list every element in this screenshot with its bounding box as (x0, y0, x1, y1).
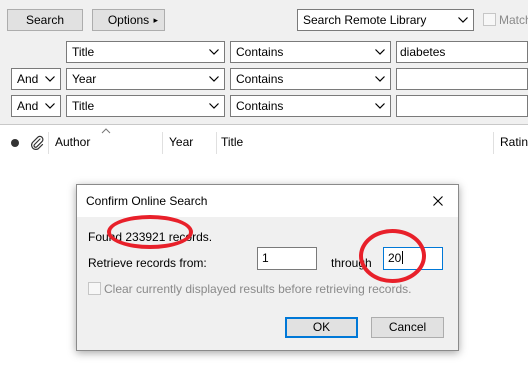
connector-select-value: And (17, 72, 39, 86)
field-select-value: Title (72, 99, 95, 113)
operator-select-value: Contains (236, 72, 284, 86)
annotation-circle-found (107, 215, 193, 249)
search-row-2-value-input[interactable] (396, 68, 528, 90)
dialog-title: Confirm Online Search (86, 194, 208, 208)
operator-select-value: Contains (236, 99, 284, 113)
annotation-circle-through (359, 229, 426, 283)
chevron-down-icon (207, 96, 221, 116)
close-button[interactable] (418, 185, 458, 217)
column-header-rating[interactable]: Ratin (500, 135, 528, 149)
match-label: Match (499, 13, 528, 27)
search-row-3-connector-select[interactable]: And (11, 95, 61, 117)
search-row-3-operator-select[interactable]: Contains (230, 95, 391, 117)
options-arrow-icon: ▸ (153, 15, 158, 25)
options-button-label: Options (107, 13, 150, 27)
field-select-value: Year (72, 72, 97, 86)
search-row-2-field-select[interactable]: Year (66, 68, 225, 90)
chevron-down-icon (43, 69, 57, 89)
records-from-value: 1 (262, 251, 269, 265)
search-row-2-connector-select[interactable]: And (11, 68, 61, 90)
cancel-button[interactable]: Cancel (371, 317, 444, 338)
options-button[interactable]: Options ▸ (92, 9, 165, 31)
search-row-1-operator-select[interactable]: Contains (230, 41, 391, 63)
read-status-icon (11, 139, 19, 147)
close-icon (433, 196, 443, 206)
search-button-label: Search (25, 13, 65, 27)
chevron-down-icon (373, 42, 387, 62)
search-row-2-operator-select[interactable]: Contains (230, 68, 391, 90)
ok-button[interactable]: OK (285, 317, 358, 338)
column-divider (162, 132, 163, 154)
column-divider (216, 132, 217, 154)
ok-button-label: OK (312, 320, 331, 334)
chevron-down-icon (207, 69, 221, 89)
attachment-icon (31, 135, 44, 150)
column-header-author[interactable]: Author (55, 135, 90, 149)
column-header-year[interactable]: Year (169, 135, 193, 149)
sort-ascending-icon (101, 128, 111, 134)
chevron-down-icon (373, 69, 387, 89)
clear-results-checkbox[interactable] (88, 282, 101, 295)
chevron-down-icon (207, 42, 221, 62)
search-panel: Search Options ▸ Search Remote Library M… (0, 0, 528, 124)
column-divider (48, 132, 49, 154)
cancel-button-label: Cancel (388, 320, 427, 334)
connector-select-value: And (17, 99, 39, 113)
search-row-3-value-input[interactable] (396, 95, 528, 117)
library-select[interactable]: Search Remote Library (297, 9, 474, 31)
search-button[interactable]: Search (7, 9, 83, 31)
field-select-value: Title (72, 45, 95, 59)
clear-results-label: Clear currently displayed results before… (104, 282, 412, 296)
records-from-input[interactable]: 1 (257, 247, 317, 270)
column-header-title[interactable]: Title (221, 135, 243, 149)
retrieve-records-label: Retrieve records from: (88, 256, 207, 270)
value-input-text: diabetes (400, 45, 446, 59)
search-row-1-value-input[interactable]: diabetes (396, 41, 528, 63)
search-row-1-field-select[interactable]: Title (66, 41, 225, 63)
chevron-down-icon (43, 96, 57, 116)
library-select-value: Search Remote Library (303, 13, 427, 27)
operator-select-value: Contains (236, 45, 284, 59)
chevron-down-icon (456, 10, 470, 30)
match-checkbox[interactable] (483, 13, 496, 26)
chevron-down-icon (373, 96, 387, 116)
dialog-titlebar: Confirm Online Search (77, 185, 458, 217)
search-row-3-field-select[interactable]: Title (66, 95, 225, 117)
column-divider (493, 132, 494, 154)
